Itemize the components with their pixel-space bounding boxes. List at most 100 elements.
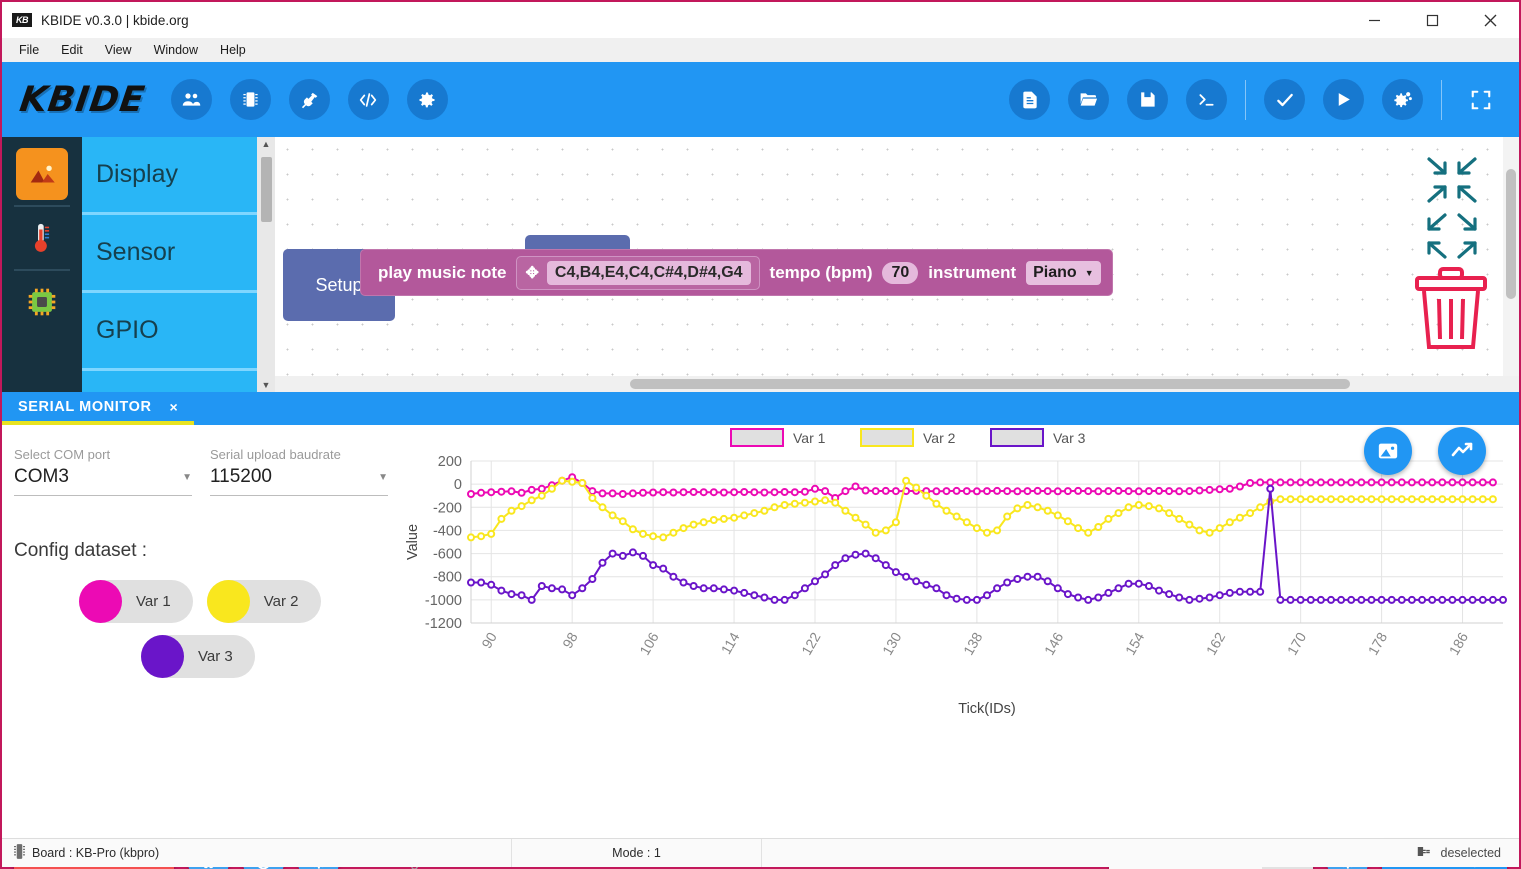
title-bar: KB KBIDE v0.3.0 | kbide.org [2,0,1519,38]
serial-monitor-body: Select COM port COM3 ▼ Serial upload bau… [2,425,1519,829]
svg-text:-200: -200 [433,500,462,516]
status-board-text: Board : KB-Pro (kbpro) [32,846,160,860]
svg-text:-400: -400 [433,523,462,539]
baudrate-value-row[interactable]: 115200 ▼ [210,466,388,496]
instrument-select[interactable]: Piano ▼ [1026,260,1101,285]
block-canvas[interactable]: Setup play music note ✥ C4,B4,E4,C4,C#4,… [275,137,1519,392]
scrollbar-thumb-horizontal[interactable] [630,379,1350,389]
trash-icon[interactable] [1413,265,1489,356]
plug-icon [1416,844,1432,862]
connection-fields: Select COM port COM3 ▼ Serial upload bau… [14,447,393,496]
image-icon[interactable] [16,148,68,200]
open-folder-icon[interactable] [1068,79,1109,120]
com-port-label: Select COM port [14,447,111,462]
com-port-value-row[interactable]: COM3 ▼ [14,466,192,496]
kbide-brand-logo: KBIDE [17,79,148,120]
canvas-horizontal-scrollbar[interactable] [275,376,1519,392]
menu-file[interactable]: File [10,41,48,59]
instrument-value: Piano [1033,263,1077,281]
scroll-up-arrow-icon[interactable]: ▲ [262,139,271,149]
close-icon[interactable]: × [170,399,178,415]
status-selection-cell: deselected [1416,844,1519,862]
terminal-icon[interactable] [1186,79,1227,120]
save-icon[interactable] [1127,79,1168,120]
scroll-down-arrow-icon[interactable]: ▼ [262,380,271,390]
color-swatch[interactable] [206,580,250,623]
toolbar-left-group [170,79,448,120]
code-icon[interactable] [347,79,389,120]
status-board-cell: Board : KB-Pro (kbpro) [2,839,512,867]
svg-text:154: 154 [1122,629,1148,657]
tempo-value-field[interactable]: 70 [882,261,919,284]
dataset-chip-group: Var 1 Var 2 Var 3 [14,580,393,678]
run-play-icon[interactable] [1323,79,1364,120]
config-dataset-title: Config dataset : [14,540,148,561]
menu-edit[interactable]: Edit [52,41,92,59]
canvas-vertical-scrollbar[interactable] [1503,137,1519,376]
tempo-label: tempo (bpm) [769,262,873,282]
notes-value-field[interactable]: C4,B4,E4,C4,C#4,D#4,G4 [546,260,751,285]
svg-text:130: 130 [879,629,905,657]
svg-text:114: 114 [718,629,743,657]
notes-input-wrapper[interactable]: ✥ C4,B4,E4,C4,C#4,D#4,G4 [516,255,760,290]
category-scrollbar[interactable]: ▲ ▼ [257,137,275,392]
svg-text:-1200: -1200 [425,616,462,632]
color-swatch[interactable] [79,580,122,623]
plug-icon[interactable] [288,79,330,120]
chevron-down-icon: ▼ [1084,267,1094,278]
category-name-list: Display Sensor GPIO [82,137,257,392]
users-icon[interactable] [170,79,212,120]
serial-plotter-chart[interactable]: Var 1 Var 2 Var 3 200 0 -200 -400 -600 -800 -1000… [393,425,1519,829]
svg-text:146: 146 [1041,629,1067,657]
sidebar-item-display[interactable]: Display [82,137,257,215]
dataset-chip-var3[interactable]: Var 3 [141,635,255,678]
baudrate-value: 115200 [210,466,272,487]
dataset-chip-var2[interactable]: Var 2 [206,580,321,623]
zoom-arrows-icon[interactable] [1421,153,1483,272]
screenshot-fab-button[interactable] [1364,427,1412,475]
microchip-icon[interactable] [16,276,68,328]
dataset-label: Var 3 [198,648,233,665]
scrollbar-thumb-vertical[interactable] [1506,169,1516,299]
svg-text:90: 90 [478,629,500,651]
com-port-select[interactable]: Select COM port COM3 ▼ [14,447,192,496]
dataset-chip-row-2: Var 3 [141,635,393,678]
gears-icon[interactable] [1382,79,1423,120]
move-handle-icon[interactable]: ✥ [525,263,538,283]
sidebar-item-gpio[interactable]: GPIO [82,293,257,371]
menu-view[interactable]: View [96,41,141,59]
tab-serial-monitor[interactable]: SERIAL MONITOR × [2,392,194,425]
menu-help[interactable]: Help [211,41,255,59]
svg-text:138: 138 [960,629,986,657]
svg-text:170: 170 [1284,629,1310,657]
baudrate-select[interactable]: Serial upload baudrate 115200 ▼ [210,447,388,496]
verify-check-icon[interactable] [1264,79,1305,120]
dataset-chip-var1[interactable]: Var 1 [79,580,193,623]
serial-monitor-tab-label: SERIAL MONITOR [18,398,152,415]
baudrate-label: Serial upload baudrate [210,447,341,462]
menu-window[interactable]: Window [145,41,207,59]
svg-text:Var 2: Var 2 [923,430,956,446]
gear-icon[interactable] [406,79,448,120]
play-music-note-block[interactable]: play music note ✥ C4,B4,E4,C4,C#4,D#4,G4… [360,249,1113,296]
instrument-label: instrument [928,262,1017,282]
chip-icon[interactable] [229,79,271,120]
status-selection-text: deselected [1440,846,1501,860]
toolbar-divider [1245,79,1246,120]
sidebar-item-sensor[interactable]: Sensor [82,215,257,293]
toolbar-right-group [1009,79,1501,120]
com-port-value: COM3 [14,466,69,487]
fullscreen-icon[interactable] [1460,79,1501,120]
new-file-icon[interactable] [1009,79,1050,120]
maximize-button[interactable] [1403,2,1461,38]
menu-bar: File Edit View Window Help [2,38,1519,62]
serial-monitor-config-panel: Select COM port COM3 ▼ Serial upload bau… [2,425,393,829]
close-button[interactable] [1461,2,1519,38]
svg-text:200: 200 [438,454,462,470]
minimize-button[interactable] [1345,2,1403,38]
scrollbar-thumb[interactable] [260,157,272,222]
color-swatch[interactable] [141,635,184,678]
thermometer-icon[interactable] [16,212,68,264]
chart-toggle-fab-button[interactable] [1438,427,1486,475]
svg-text:Var 1: Var 1 [793,430,826,446]
